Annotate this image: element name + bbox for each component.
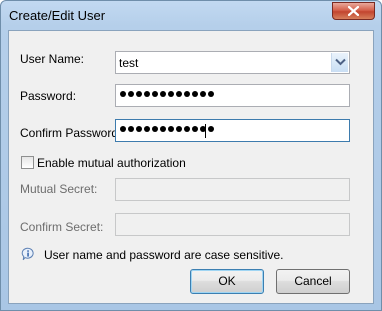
title-bar[interactable]: Create/Edit User (1, 1, 381, 30)
password-field[interactable] (115, 84, 350, 107)
confirm-password-mask (120, 126, 214, 132)
close-button[interactable] (332, 2, 375, 20)
user-name-value: test (119, 56, 139, 70)
ok-button[interactable]: OK (190, 269, 264, 294)
mutual-auth-checkbox[interactable] (21, 156, 34, 169)
close-icon (348, 6, 359, 16)
password-label: Password: (20, 89, 77, 103)
mutual-secret-field[interactable] (115, 178, 350, 201)
chevron-down-icon (335, 58, 346, 66)
mutual-secret-label: Mutual Secret: (20, 182, 98, 196)
info-icon (21, 247, 34, 261)
text-caret (205, 124, 206, 138)
password-mask (120, 91, 214, 97)
info-text: User name and password are case sensitiv… (44, 248, 284, 262)
confirm-password-label: Confirm Password: (20, 126, 122, 140)
confirm-secret-label: Confirm Secret: (20, 220, 104, 234)
dialog-body: User Name: test Password: Confirm Passwo… (8, 30, 374, 304)
window-title: Create/Edit User (9, 8, 106, 23)
confirm-password-field[interactable] (115, 119, 350, 142)
user-name-label: User Name: (20, 52, 85, 66)
mutual-auth-label[interactable]: Enable mutual authorization (37, 156, 186, 170)
confirm-secret-field[interactable] (115, 213, 350, 236)
dialog-window: Create/Edit User User Name: test Passwor… (0, 0, 382, 311)
user-name-combobox[interactable]: test (115, 51, 350, 74)
user-name-dropdown-button[interactable] (331, 53, 348, 72)
cancel-button[interactable]: Cancel (276, 269, 350, 294)
